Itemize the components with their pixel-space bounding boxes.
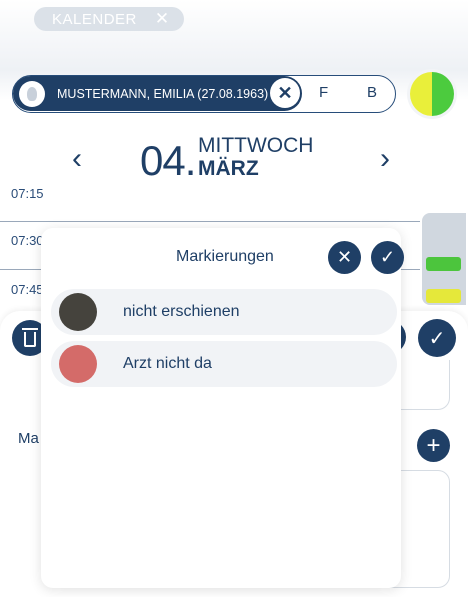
clear-patient-button[interactable]: ✕ <box>270 78 300 108</box>
option-b[interactable]: B <box>367 84 377 101</box>
marking-color-dot <box>59 293 97 331</box>
marking-label: Arzt nicht da <box>123 355 212 372</box>
time-label: 07:30 <box>11 233 44 248</box>
calendar-tag[interactable]: KALENDER ✕ <box>34 7 184 31</box>
chevron-right-icon[interactable]: › <box>380 142 390 176</box>
popup-cancel-button[interactable]: ✕ <box>328 241 361 274</box>
marking-color-dot <box>59 345 97 383</box>
date-weekday: MITTWOCH <box>198 134 314 157</box>
date-month: MÄRZ <box>198 157 259 180</box>
close-icon[interactable]: ✕ <box>155 9 170 29</box>
sheet-field-label: Ma <box>18 430 39 447</box>
calendar-tag-label: KALENDER <box>52 10 137 28</box>
trash-icon <box>22 328 38 347</box>
patient-pill[interactable]: MUSTERMANN, EMILIA (27.08.1963) ✕ <box>13 76 302 111</box>
option-f[interactable]: F <box>319 84 328 101</box>
time-label: 07:15 <box>11 186 44 201</box>
sheet-confirm-button[interactable]: ✓ <box>418 319 456 357</box>
patient-name: MUSTERMANN, EMILIA (27.08.1963) <box>57 86 269 101</box>
status-indicator-icon[interactable] <box>410 72 454 116</box>
chevron-left-icon[interactable]: ‹ <box>72 142 82 176</box>
marking-item-nicht-erschienen[interactable]: nicht erschienen <box>51 289 397 335</box>
marking-label: nicht erschienen <box>123 303 240 320</box>
patient-selector[interactable]: MUSTERMANN, EMILIA (27.08.1963) ✕ F B <box>12 75 396 113</box>
marking-item-arzt-nicht-da[interactable]: Arzt nicht da <box>51 341 397 387</box>
time-divider <box>0 221 420 222</box>
add-button[interactable]: + <box>417 429 450 462</box>
popup-title: Markierungen <box>176 248 274 265</box>
popup-confirm-button[interactable]: ✓ <box>371 241 404 274</box>
markings-popup: Markierungen ✕ ✓ nicht erschienen Arzt n… <box>41 228 404 588</box>
time-label: 07:45 <box>11 282 44 297</box>
appointment-marker-green[interactable] <box>426 257 461 271</box>
avatar <box>19 80 45 107</box>
date-day: 04. <box>140 137 196 184</box>
appointment-marker-yellow[interactable] <box>426 289 461 303</box>
